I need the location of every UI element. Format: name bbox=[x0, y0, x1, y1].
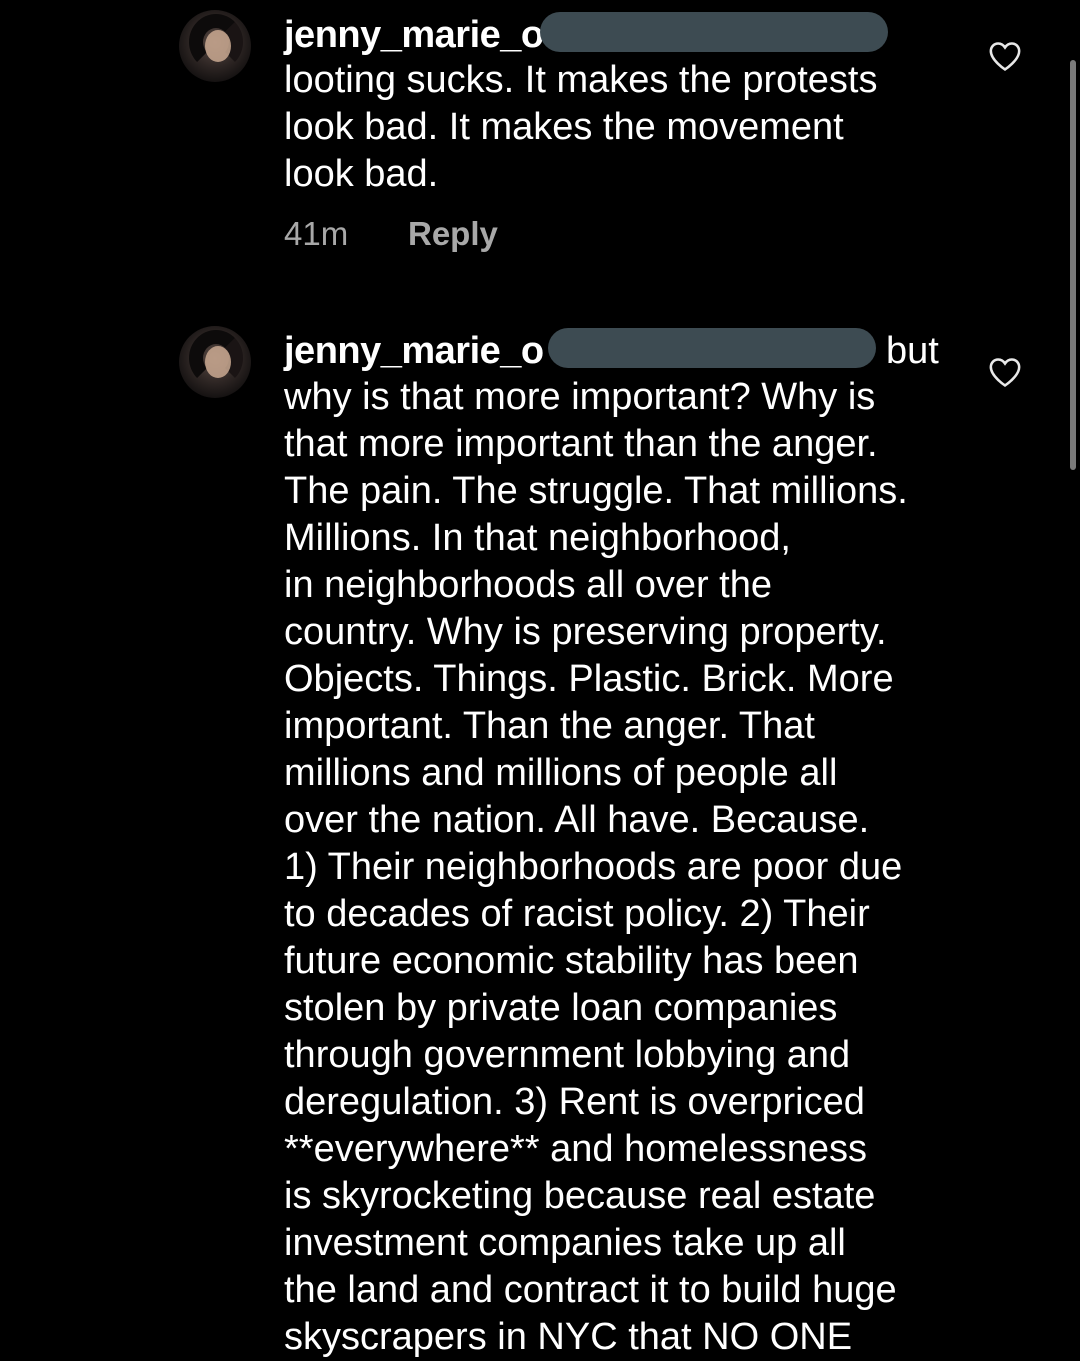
comment-2: jenny_marie_o but why is that more impor… bbox=[0, 0, 1080, 1358]
header-suffix: but bbox=[886, 330, 939, 372]
username[interactable]: jenny_marie_o bbox=[284, 330, 544, 372]
comment-text: why is that more important? Why is that … bbox=[284, 376, 908, 1358]
redaction-bar bbox=[548, 328, 876, 368]
avatar[interactable] bbox=[179, 326, 251, 398]
scrollbar[interactable] bbox=[1070, 60, 1076, 470]
heart-icon[interactable] bbox=[988, 356, 1022, 388]
